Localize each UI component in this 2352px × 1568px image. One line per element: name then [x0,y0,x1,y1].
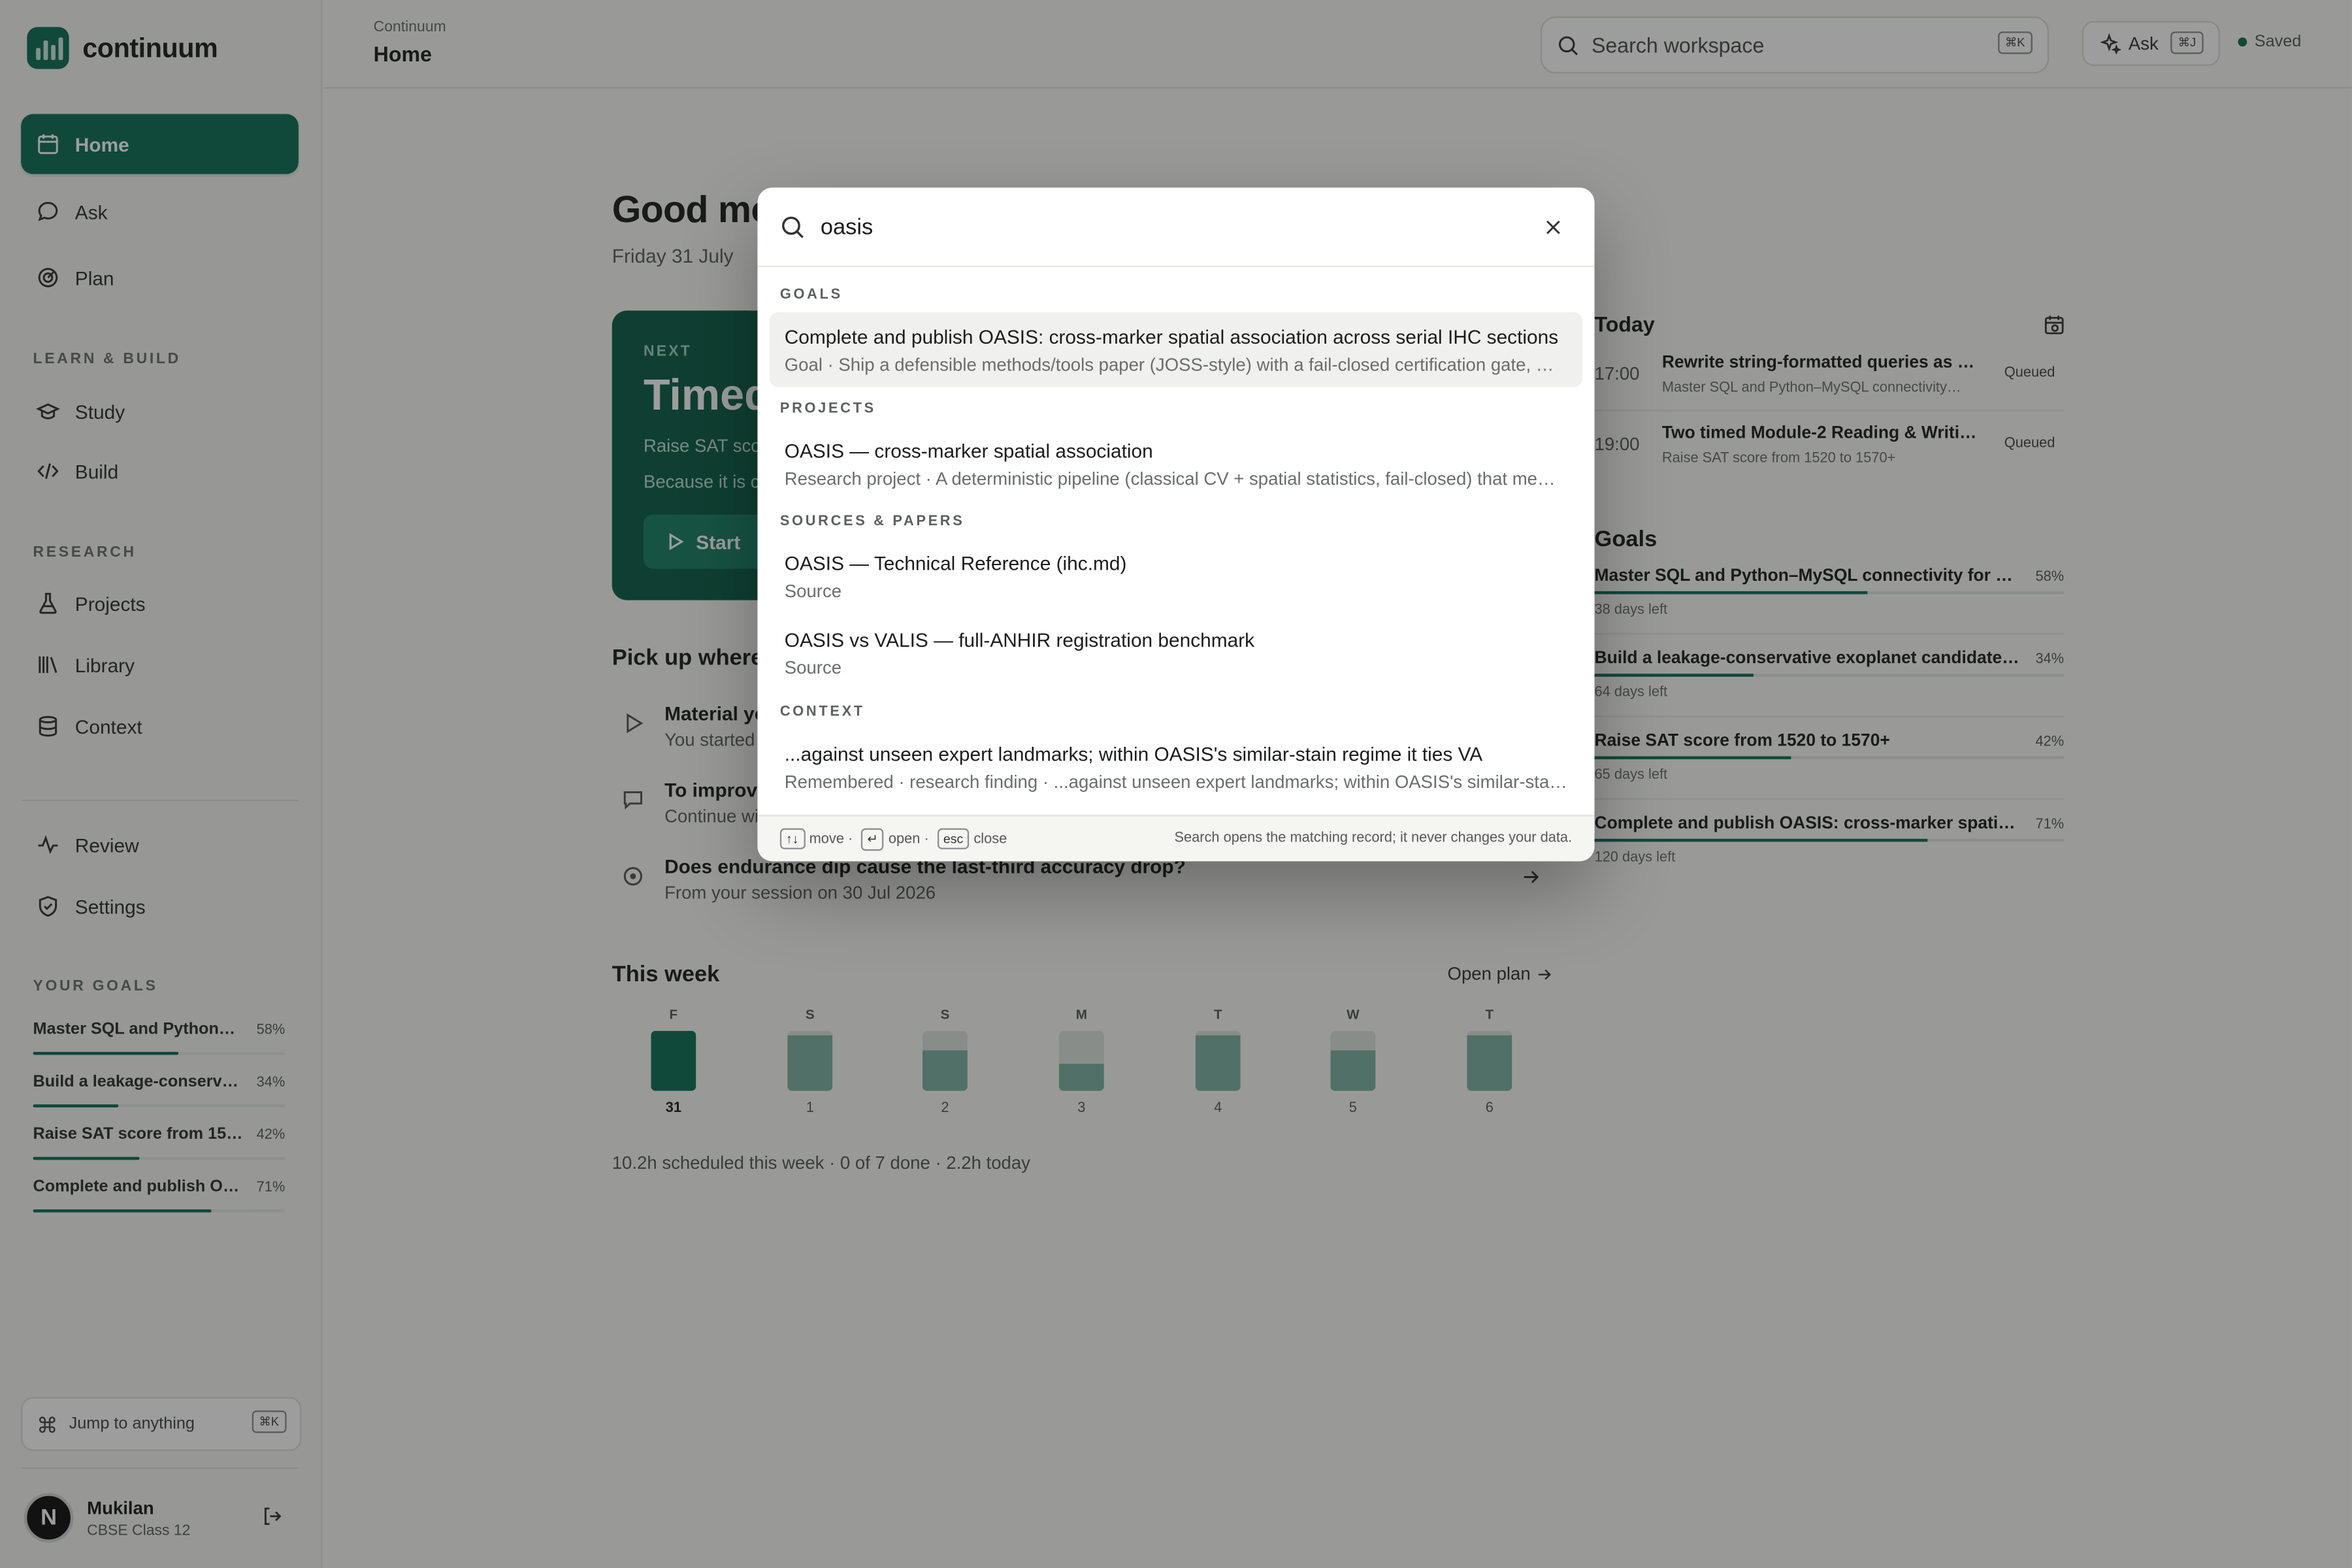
open-key: ↵ [861,828,885,851]
result-group-label: CONTEXT [779,704,865,721]
result-group-label: PROJECTS [779,400,876,417]
search-result[interactable]: OASIS — cross-marker spatial association… [770,426,1582,501]
search-modal-input[interactable]: oasis [757,188,1595,267]
search-result[interactable]: OASIS vs VALIS — full-ANHIR registration… [770,615,1582,691]
keyboard-hints: ↑↓ move · ↵ open · esc close [779,828,1007,851]
search-modal: oasis GOALS Complete and publish OASIS: … [757,188,1595,862]
search-query: oasis [820,214,874,240]
result-sub: Remembered · research finding · ...again… [784,771,1568,792]
close-icon[interactable] [1543,218,1563,237]
result-title: OASIS — cross-marker spatial association [784,439,1153,463]
footer-note: Search opens the matching record; it nev… [1174,830,1573,847]
search-result[interactable]: OASIS — Technical Reference (ihc.md) Sou… [770,539,1582,614]
result-group-label: GOALS [779,286,843,303]
result-sub: Goal · Ship a defensible methods/tools p… [784,354,1554,376]
result-sub: Research project · A deterministic pipel… [784,468,1556,489]
esc-key: esc [937,828,970,849]
move-hint: move · [809,831,853,848]
close-hint: close [973,831,1007,848]
open-hint: open · [888,831,929,848]
result-title: ...against unseen expert landmarks; with… [784,742,1483,766]
result-sub: Source [784,657,842,679]
move-key: ↑↓ [779,828,805,849]
search-result[interactable]: Complete and publish OASIS: cross-marker… [769,312,1583,387]
result-title: Complete and publish OASIS: cross-marker… [784,325,1559,348]
search-modal-footer: ↑↓ move · ↵ open · esc close Search opens t… [757,815,1595,862]
search-icon [782,216,804,238]
result-title: OASIS vs VALIS — full-ANHIR registration… [784,629,1255,651]
search-result[interactable]: ...against unseen expert landmarks; with… [770,729,1582,804]
result-group-label: SOURCES & PAPERS [779,513,965,530]
result-sub: Source [784,580,842,602]
result-title: OASIS — Technical Reference (ihc.md) [784,552,1127,575]
